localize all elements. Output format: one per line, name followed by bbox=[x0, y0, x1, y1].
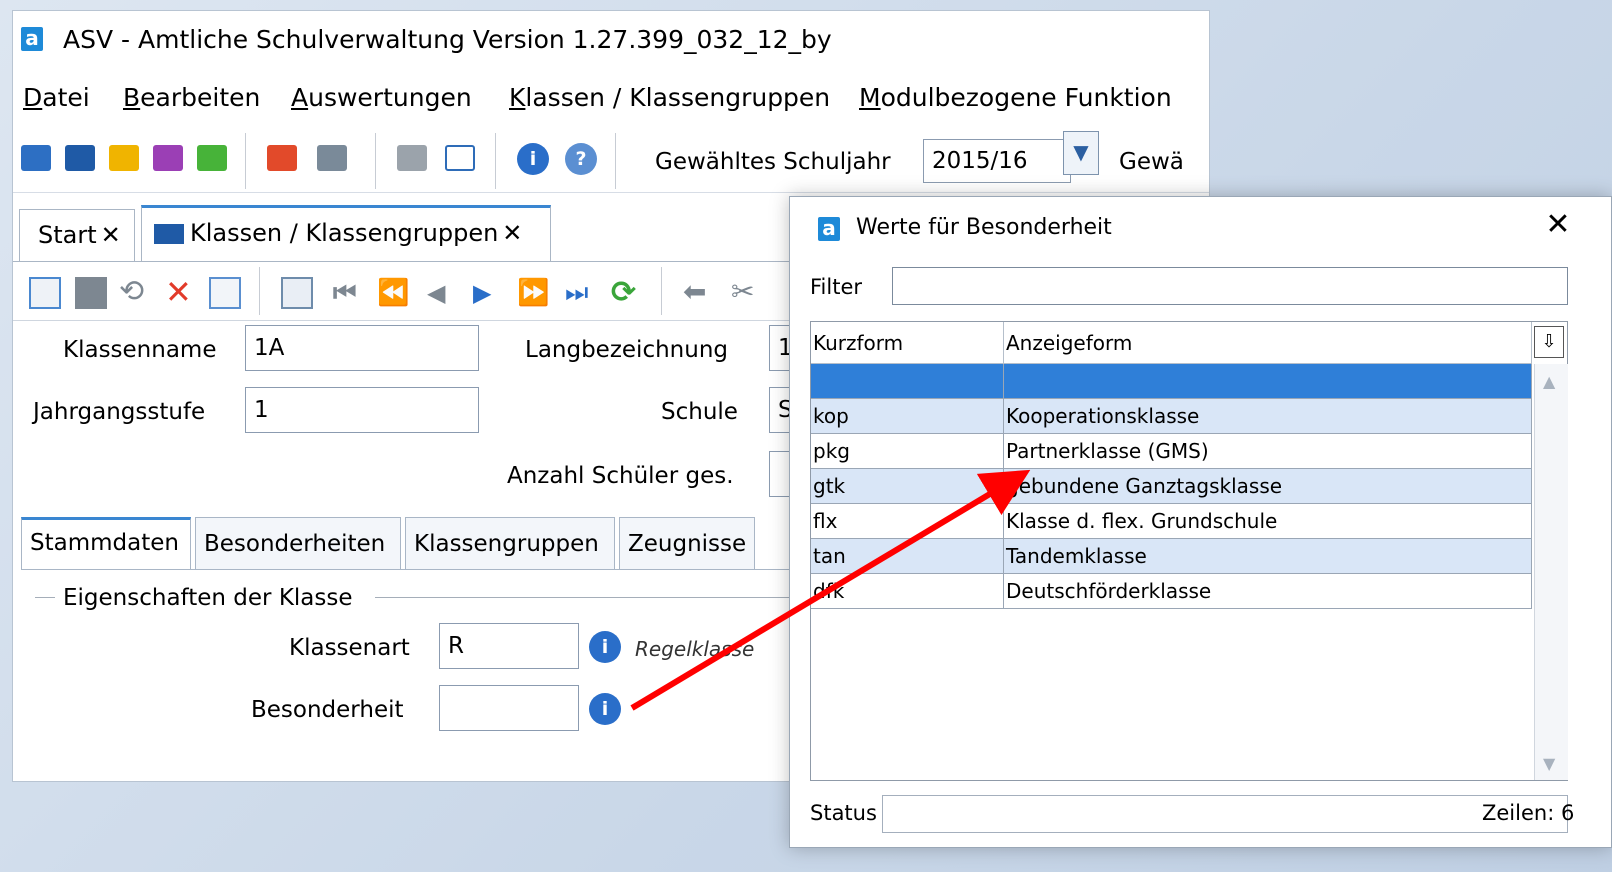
arrow-line bbox=[630, 469, 1031, 711]
annotation-arrow bbox=[630, 469, 1031, 711]
